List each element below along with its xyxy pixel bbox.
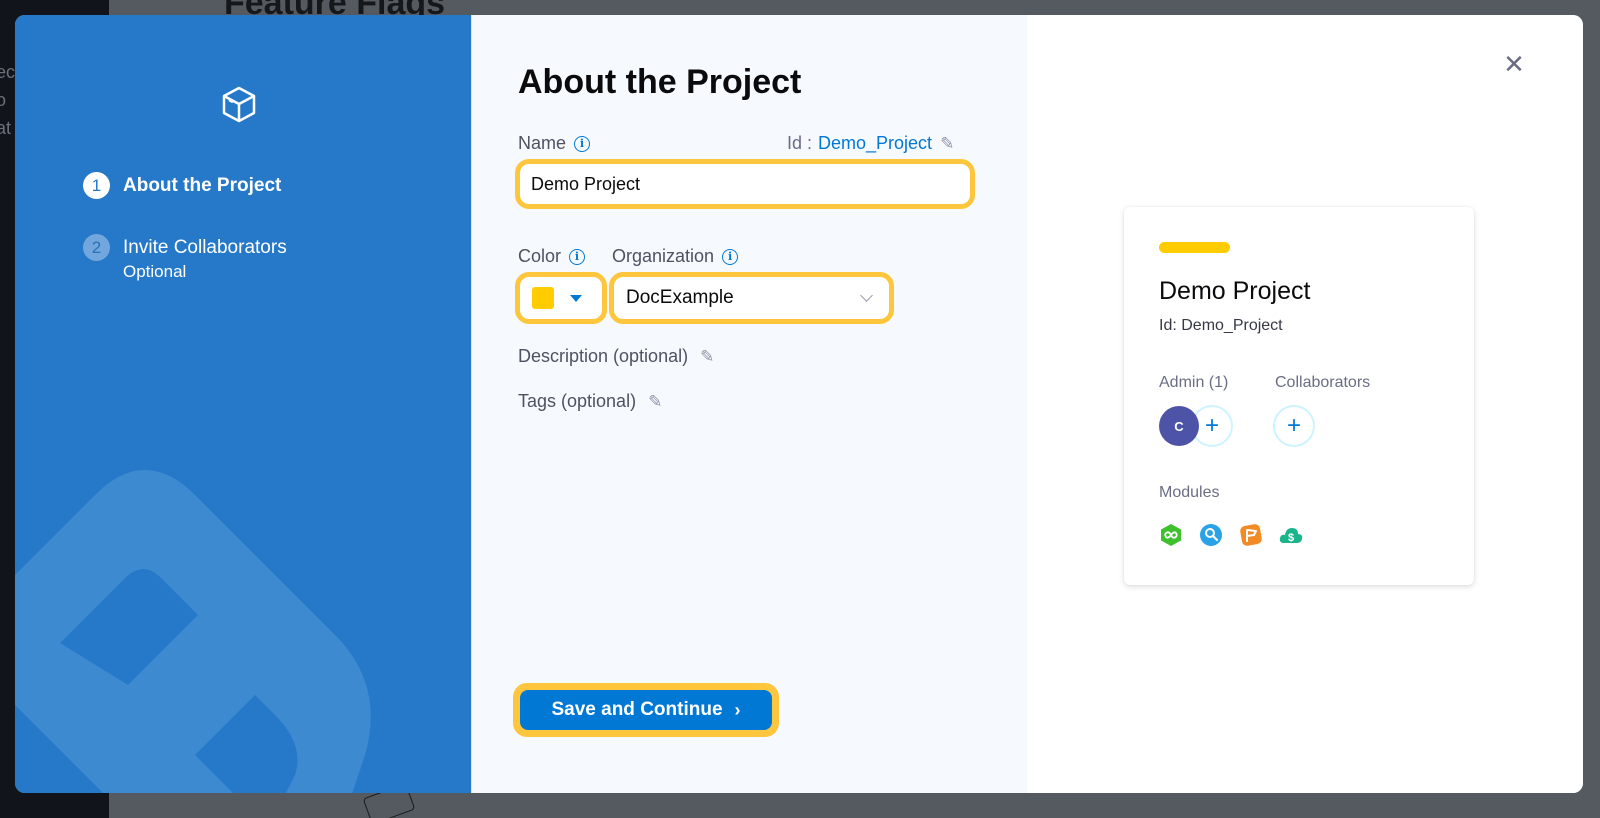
project-name-input[interactable] bbox=[520, 164, 970, 204]
info-icon[interactable]: i bbox=[574, 135, 591, 152]
color-swatch bbox=[532, 287, 554, 309]
description-label-text: Description (optional) bbox=[518, 346, 689, 366]
chevron-right-icon: › bbox=[734, 699, 741, 720]
organization-label: Organization i bbox=[612, 246, 739, 267]
name-label-text: Name bbox=[518, 133, 567, 153]
modules-label: Modules bbox=[1159, 484, 1220, 501]
chevron-down-icon bbox=[860, 289, 873, 302]
background-sidebar-text: o bbox=[0, 90, 7, 110]
tags-toggle[interactable]: Tags (optional) ✎ bbox=[518, 391, 662, 412]
harness-watermark-icon bbox=[15, 470, 371, 793]
wizard-step-about[interactable]: 1 About the Project bbox=[83, 172, 281, 199]
project-id-display: Id : Demo_Project ✎ bbox=[787, 133, 954, 154]
info-icon[interactable]: i bbox=[722, 248, 739, 265]
organization-value: DocExample bbox=[626, 287, 734, 308]
color-label: Color i bbox=[518, 246, 586, 267]
preview-project-id: Id: Demo_Project bbox=[1159, 317, 1283, 334]
info-icon[interactable]: i bbox=[569, 248, 586, 265]
id-label-text: Id : bbox=[787, 133, 813, 153]
color-label-text: Color bbox=[518, 246, 562, 266]
organization-select[interactable]: DocExample bbox=[609, 272, 894, 324]
step-number-badge: 1 bbox=[83, 172, 110, 199]
create-project-modal: 1 About the Project 2 Invite Collaborato… bbox=[15, 15, 1583, 793]
project-cube-icon bbox=[222, 86, 256, 123]
step-number-badge: 2 bbox=[83, 234, 110, 261]
wizard-step-invite[interactable]: 2 Invite Collaborators Optional bbox=[83, 234, 287, 283]
organization-label-text: Organization bbox=[612, 246, 715, 266]
continuous-delivery-module-icon bbox=[1161, 524, 1181, 546]
preview-project-name: Demo Project bbox=[1159, 277, 1311, 305]
project-preview-panel: ✕ Demo Project Id: Demo_Project Admin (1… bbox=[1027, 15, 1583, 793]
admin-avatar: C bbox=[1159, 406, 1199, 446]
project-preview-card: Demo Project Id: Demo_Project Admin (1) … bbox=[1124, 207, 1474, 585]
save-button-label: Save and Continue bbox=[551, 699, 723, 720]
id-value: Demo_Project bbox=[818, 133, 933, 153]
feature-flags-module-icon bbox=[1240, 524, 1262, 546]
cloud-cost-module-icon: $ bbox=[1279, 528, 1303, 544]
step-label: About the Project bbox=[123, 175, 282, 196]
continuous-verification-module-icon bbox=[1200, 524, 1222, 546]
svg-text:$: $ bbox=[1288, 532, 1294, 544]
caret-down-icon bbox=[570, 294, 582, 302]
name-field-highlight bbox=[515, 159, 975, 209]
modules-list: $ bbox=[1159, 523, 1303, 547]
close-icon[interactable]: ✕ bbox=[1501, 49, 1527, 79]
background-sidebar-text: at bbox=[0, 118, 12, 138]
save-button-highlight: Save and Continue › bbox=[513, 683, 779, 737]
pencil-icon: ✎ bbox=[648, 391, 663, 411]
admin-label: Admin (1) bbox=[1159, 374, 1229, 391]
edit-id-pencil-icon[interactable]: ✎ bbox=[940, 134, 954, 154]
save-and-continue-button[interactable]: Save and Continue › bbox=[520, 690, 772, 730]
description-toggle[interactable]: Description (optional) ✎ bbox=[518, 346, 714, 367]
form-title: About the Project bbox=[518, 63, 802, 101]
project-form: About the Project Name i Id : Demo_Proje… bbox=[471, 15, 1027, 793]
project-color-bar bbox=[1159, 242, 1230, 253]
color-picker[interactable] bbox=[515, 272, 607, 324]
wizard-sidebar: 1 About the Project 2 Invite Collaborato… bbox=[15, 15, 471, 793]
pencil-icon: ✎ bbox=[700, 346, 715, 366]
step-label: Invite Collaborators bbox=[123, 237, 287, 258]
step-sublabel: Optional bbox=[123, 262, 187, 281]
tags-label-text: Tags (optional) bbox=[518, 391, 637, 411]
collaborators-label: Collaborators bbox=[1275, 374, 1371, 391]
name-label: Name i bbox=[518, 133, 591, 154]
add-collaborator-button[interactable]: + bbox=[1273, 405, 1315, 447]
